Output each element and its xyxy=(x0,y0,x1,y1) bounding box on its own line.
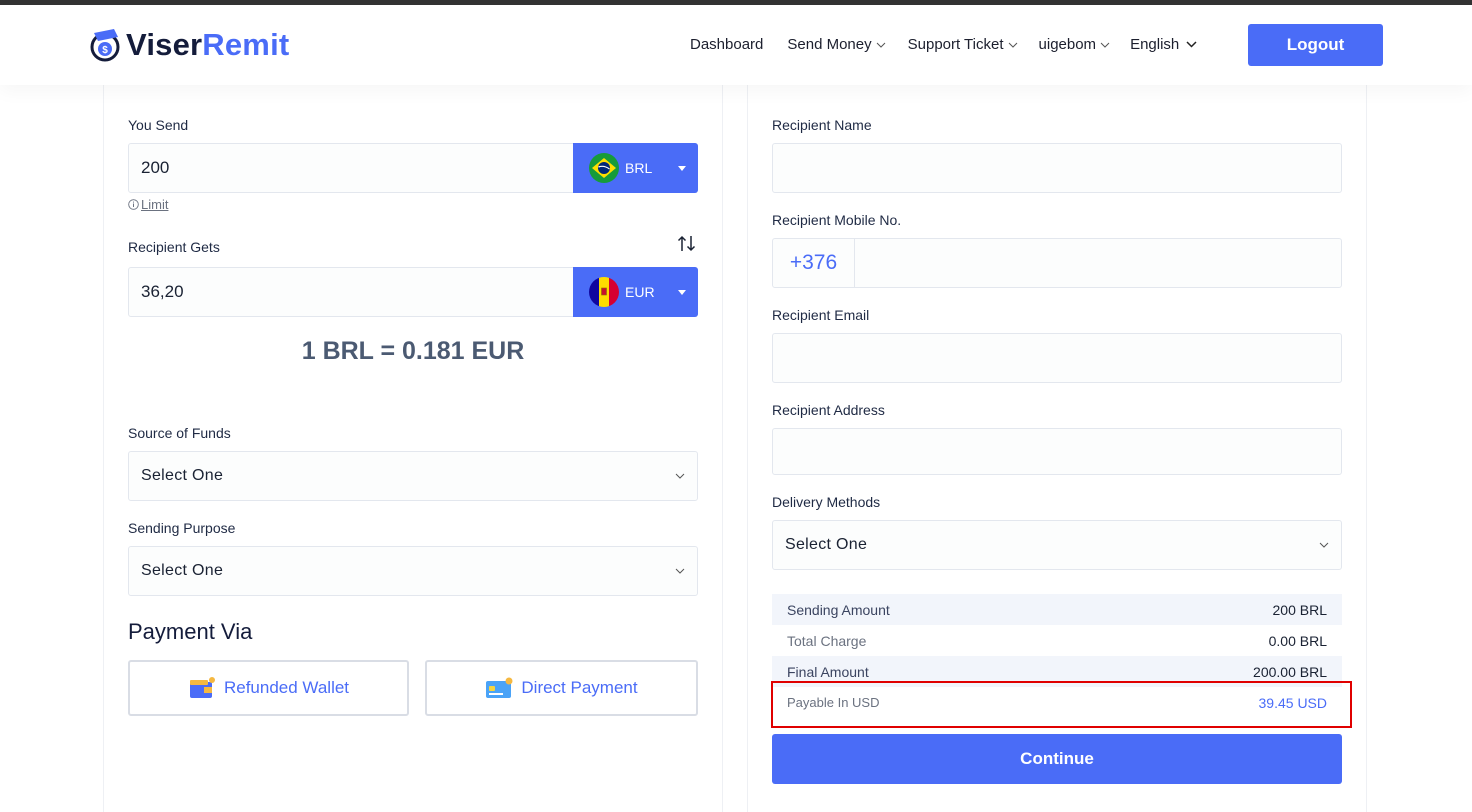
swap-icon[interactable] xyxy=(677,235,696,252)
chevron-down-icon xyxy=(1008,42,1017,48)
header: $ ViserRemit Dashboard Send Money Suppor… xyxy=(0,5,1472,85)
logo-text: ViserRemit xyxy=(126,27,289,63)
exchange-rate: 1 BRL = 0.181 EUR xyxy=(301,337,525,365)
nav-user-menu[interactable]: uigebom xyxy=(1039,36,1111,53)
payable-label: Payable In USD xyxy=(787,695,880,710)
recipient-gets-label: Recipient Gets xyxy=(128,239,220,255)
credit-card-icon xyxy=(486,677,513,698)
recipient-email-input[interactable] xyxy=(772,333,1342,383)
nav-dashboard[interactable]: Dashboard xyxy=(690,36,763,53)
sending-amount-value: 200 BRL xyxy=(1272,601,1327,618)
nav-language[interactable]: English xyxy=(1130,36,1197,53)
source-of-funds-value: Select One xyxy=(141,467,224,484)
you-send-value: 200 xyxy=(141,158,170,177)
send-currency-select[interactable]: BRL xyxy=(573,143,698,193)
info-icon xyxy=(128,199,139,210)
refunded-wallet-button[interactable]: Refunded Wallet xyxy=(128,660,409,716)
nav-support-ticket-label: Support Ticket xyxy=(907,36,1004,53)
refunded-wallet-label: Refunded Wallet xyxy=(223,678,350,697)
dial-code: +376 xyxy=(773,239,855,287)
delivery-methods-select[interactable]: Select One xyxy=(772,520,1342,570)
chevron-down-icon xyxy=(675,473,685,479)
nav-user-label: uigebom xyxy=(1038,36,1097,53)
sending-purpose-label: Sending Purpose xyxy=(128,520,236,536)
delivery-methods-value: Select One xyxy=(785,536,868,553)
sending-amount-label: Sending Amount xyxy=(787,601,890,618)
recipient-address-input[interactable] xyxy=(772,428,1342,475)
payable-value: 39.45 USD xyxy=(1258,694,1327,711)
source-of-funds-select[interactable]: Select One xyxy=(128,451,698,501)
andorra-flag-icon xyxy=(589,277,619,307)
delivery-methods-label: Delivery Methods xyxy=(772,494,881,510)
recipient-mobile-label: Recipient Mobile No. xyxy=(772,212,902,228)
recipient-name-input[interactable] xyxy=(772,143,1342,193)
logo-text-part1: Viser xyxy=(126,27,203,62)
summary-row-sending-amount: Sending Amount 200 BRL xyxy=(772,594,1342,625)
caret-down-icon xyxy=(678,290,686,295)
final-amount-label: Final Amount xyxy=(787,663,869,680)
wallet-icon xyxy=(189,677,215,698)
logo-text-part2: Remit xyxy=(202,27,290,62)
recipient-gets-value: 36,20 xyxy=(141,282,184,301)
total-charge-value: 0.00 BRL xyxy=(1268,632,1327,649)
chevron-down-icon xyxy=(876,42,885,48)
chevron-down-icon xyxy=(1186,41,1197,48)
continue-button[interactable]: Continue xyxy=(772,734,1342,784)
recipient-address-label: Recipient Address xyxy=(772,402,885,418)
limit-link[interactable]: Limit xyxy=(128,197,168,212)
sending-purpose-value: Select One xyxy=(141,562,224,579)
chevron-down-icon xyxy=(1319,542,1329,548)
nav-send-money[interactable]: Send Money xyxy=(787,36,885,53)
summary-row-payable: Payable In USD 39.45 USD xyxy=(772,687,1342,718)
brazil-flag-icon xyxy=(589,153,619,183)
nav-language-label: English xyxy=(1130,36,1180,53)
send-currency-label: BRL xyxy=(625,160,653,176)
nav-support-ticket[interactable]: Support Ticket xyxy=(908,36,1018,53)
nav-send-money-label: Send Money xyxy=(787,36,872,53)
svg-text:$: $ xyxy=(102,45,108,56)
logout-button[interactable]: Logout xyxy=(1248,24,1383,66)
caret-down-icon xyxy=(678,166,686,171)
direct-payment-label: Direct Payment xyxy=(521,678,638,697)
recipient-mobile-input[interactable]: +376 xyxy=(772,238,1342,288)
main-nav: Dashboard Send Money Support Ticket uige… xyxy=(690,36,1197,53)
limit-label: Limit xyxy=(141,197,169,212)
chevron-down-icon xyxy=(675,568,685,574)
final-amount-value: 200.00 BRL xyxy=(1253,663,1327,680)
chevron-down-icon xyxy=(1100,42,1110,48)
you-send-label: You Send xyxy=(128,117,189,133)
logo[interactable]: $ ViserRemit xyxy=(88,23,289,67)
sending-purpose-select[interactable]: Select One xyxy=(128,546,698,596)
total-charge-label: Total Charge xyxy=(787,632,867,649)
receive-currency-select[interactable]: EUR xyxy=(573,267,698,317)
recipient-name-label: Recipient Name xyxy=(772,117,872,133)
nav-dashboard-label: Dashboard xyxy=(690,36,764,53)
logo-icon: $ xyxy=(90,29,120,62)
source-of-funds-label: Source of Funds xyxy=(128,425,231,441)
payment-via-heading: Payment Via xyxy=(128,619,253,644)
recipient-email-label: Recipient Email xyxy=(772,307,870,323)
summary-row-final-amount: Final Amount 200.00 BRL xyxy=(772,656,1342,687)
direct-payment-button[interactable]: Direct Payment xyxy=(425,660,698,716)
receive-currency-label: EUR xyxy=(625,284,655,300)
summary-row-total-charge: Total Charge 0.00 BRL xyxy=(772,625,1342,656)
